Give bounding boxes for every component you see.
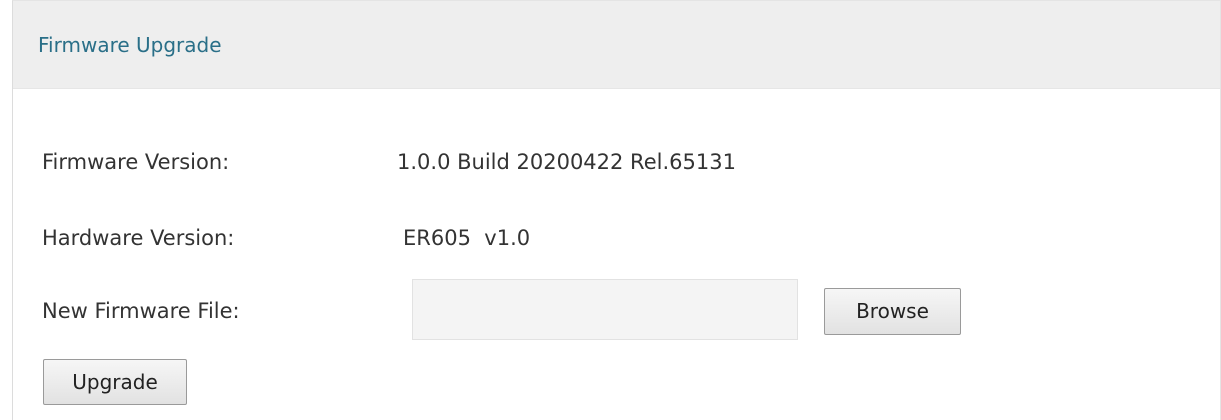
hardware-version-value: ER605 v1.0 [403, 226, 531, 250]
new-firmware-file-label: New Firmware File: [42, 299, 240, 323]
panel-title: Firmware Upgrade [38, 33, 222, 57]
hardware-version-label: Hardware Version: [42, 226, 235, 250]
firmware-upgrade-panel: Firmware Upgrade Firmware Version: 1.0.0… [12, 0, 1221, 420]
firmware-version-value: 1.0.0 Build 20200422 Rel.65131 [397, 150, 736, 174]
firmware-version-label: Firmware Version: [42, 150, 230, 174]
browse-button[interactable]: Browse [824, 288, 961, 335]
firmware-file-field[interactable] [412, 279, 798, 340]
upgrade-button[interactable]: Upgrade [43, 359, 187, 405]
panel-header: Firmware Upgrade [13, 1, 1220, 89]
